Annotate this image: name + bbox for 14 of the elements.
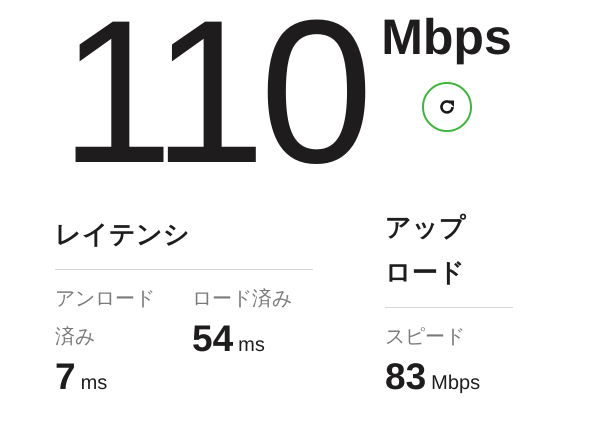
refresh-button[interactable] xyxy=(422,82,472,132)
speed-value: 110 xyxy=(60,0,368,205)
metric-label: スピード xyxy=(385,325,466,350)
metric-value: 54 xyxy=(192,318,234,360)
metric-label: ロード済み xyxy=(192,287,292,312)
metric-unit: ms xyxy=(238,334,265,357)
speed-unit: Mbps xyxy=(381,12,512,62)
metric-unit: Mbps xyxy=(431,372,480,395)
metric-value: 83 xyxy=(385,356,426,398)
metric-value: 7 xyxy=(55,356,76,398)
metric-unit: ms xyxy=(80,372,108,395)
section-title: アップロード xyxy=(385,211,468,289)
section-title: レイテンシ xyxy=(55,218,191,251)
metric-label: アンロード済み xyxy=(55,287,156,350)
